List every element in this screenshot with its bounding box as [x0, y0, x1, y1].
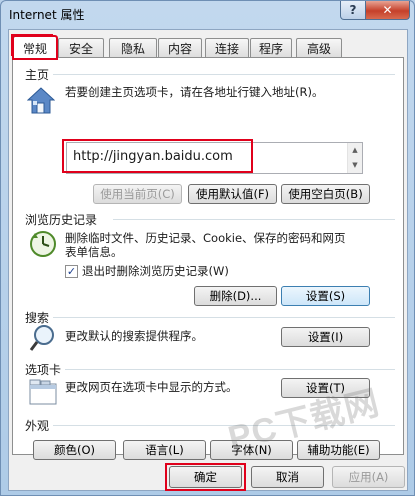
search-description: 更改默认的搜索提供程序。: [65, 329, 203, 343]
history-settings-button[interactable]: 设置(S): [281, 286, 370, 306]
history-clock-icon: [30, 231, 56, 257]
address-highlight-box: [62, 139, 253, 173]
use-default-button[interactable]: 使用默认值(F): [188, 184, 277, 204]
tabs-description: 更改网页在选项卡中显示的方式。: [65, 380, 238, 394]
tab-privacy[interactable]: 隐私: [109, 38, 157, 58]
accessibility-button[interactable]: 辅助功能(E): [297, 440, 380, 460]
tab-general[interactable]: 常规: [12, 35, 58, 60]
homepage-address-scrollbar[interactable]: ▲ ▼: [347, 143, 362, 173]
languages-button[interactable]: 语言(L): [123, 440, 206, 460]
title-bar[interactable]: Internet 属性 ? ✕: [1, 1, 414, 29]
general-tab-panel: 主页 若要创建主页选项卡，请在各地址行键入地址(R)。 http://jingy…: [12, 57, 404, 460]
tabs-settings-button[interactable]: 设置(T): [281, 378, 370, 398]
colors-button[interactable]: 颜色(O): [33, 440, 116, 460]
history-group-divider: [113, 219, 395, 220]
window-title: Internet 属性: [9, 8, 85, 22]
history-description-line1: 删除临时文件、历史记录、Cookie、保存的密码和网页: [65, 231, 346, 245]
homepage-description: 若要创建主页选项卡，请在各地址行键入地址(R)。: [65, 85, 324, 99]
cancel-button[interactable]: 取消: [251, 466, 324, 488]
tabs-group-divider: [65, 369, 395, 370]
magnifier-icon: [29, 325, 54, 351]
homepage-group-divider: [53, 74, 395, 75]
fonts-button[interactable]: 字体(N): [210, 440, 293, 460]
tab-content[interactable]: 内容: [158, 38, 202, 58]
tab-advanced[interactable]: 高级: [296, 38, 342, 58]
internet-options-window: Internet 属性 ? ✕ 常规 安全 隐私 内容 连接 程序 高级 主页 …: [0, 0, 415, 496]
use-current-page-button[interactable]: 使用当前页(C): [93, 184, 182, 204]
tabs-group-label: 选项卡: [25, 363, 62, 377]
delete-on-exit-label[interactable]: 退出时删除浏览历史记录(W): [82, 264, 229, 279]
search-settings-button[interactable]: 设置(I): [281, 327, 370, 347]
use-blank-button[interactable]: 使用空白页(B): [281, 184, 370, 204]
ok-highlight-box: [165, 463, 246, 491]
search-group-divider: [53, 317, 395, 318]
appearance-group-label: 外观: [25, 419, 50, 433]
delete-on-exit-checkbox[interactable]: ✓: [65, 265, 78, 278]
scroll-up-icon[interactable]: ▲: [348, 143, 362, 158]
history-group-label: 浏览历史记录: [25, 213, 98, 227]
close-button[interactable]: ✕: [365, 1, 410, 20]
tabbed-window-icon: [29, 379, 57, 405]
help-button[interactable]: ?: [340, 1, 366, 20]
tab-programs[interactable]: 程序: [250, 38, 292, 58]
appearance-group-divider: [53, 425, 395, 426]
dialog-client-area: 常规 安全 隐私 内容 连接 程序 高级 主页 若要创建主页选项卡，请在各地址行…: [8, 29, 408, 491]
delete-history-button[interactable]: 删除(D)...: [194, 286, 277, 306]
house-icon: [27, 87, 55, 114]
homepage-group-label: 主页: [25, 68, 50, 82]
apply-button[interactable]: 应用(A): [332, 466, 405, 488]
scroll-down-icon[interactable]: ▼: [348, 158, 362, 173]
tab-connections[interactable]: 连接: [205, 38, 249, 58]
history-description-line2: 表单信息。: [65, 245, 123, 259]
tab-security[interactable]: 安全: [58, 38, 104, 58]
